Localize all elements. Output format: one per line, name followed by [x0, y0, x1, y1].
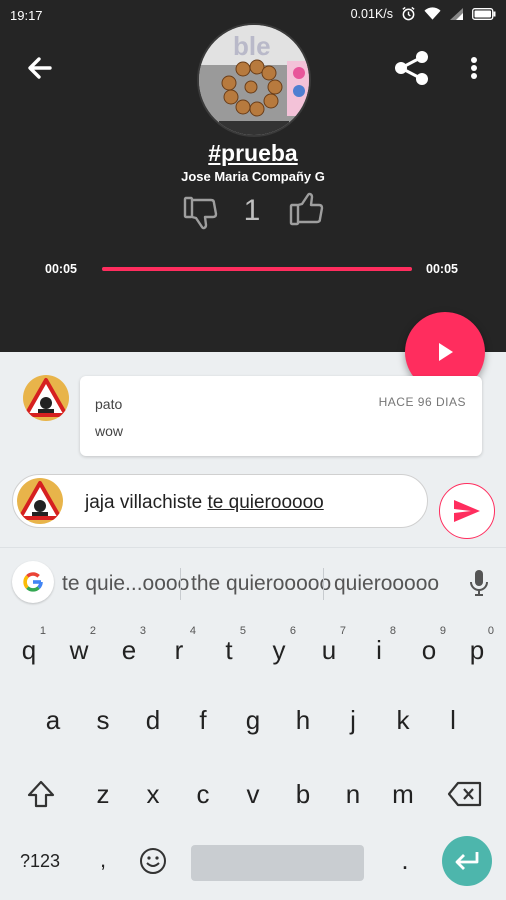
comment-card: pato HACE 96 DIAS wow — [80, 376, 482, 456]
comment-text: wow — [95, 423, 124, 439]
elapsed-time: 00:05 — [45, 262, 77, 276]
share-icon[interactable] — [392, 48, 432, 88]
key-g[interactable]: g — [228, 690, 278, 750]
key-a[interactable]: a — [28, 690, 78, 750]
key-x[interactable]: x — [128, 764, 178, 824]
period-key[interactable]: . — [380, 830, 430, 890]
track-title[interactable]: #prueba — [0, 140, 506, 167]
enter-icon — [455, 852, 479, 870]
comment-input[interactable]: jaja villachiste te quierooooo — [12, 474, 428, 528]
key-z[interactable]: z — [78, 764, 128, 824]
back-arrow-icon[interactable] — [22, 52, 58, 84]
send-icon — [454, 500, 480, 522]
key-q[interactable]: q1 — [4, 620, 54, 680]
suggestion-bar: te quie...oooo the quierooooo quierooooo — [0, 548, 506, 618]
dislike-icon[interactable] — [182, 194, 220, 232]
emoji-icon — [140, 848, 166, 874]
space-bar[interactable] — [191, 845, 364, 881]
alarm-icon — [401, 6, 416, 21]
key-p[interactable]: p0 — [452, 620, 502, 680]
seek-bar-fill — [102, 267, 412, 271]
key-k[interactable]: k — [378, 690, 428, 750]
input-text-composing: te quierooooo — [207, 492, 324, 513]
backspace-icon — [447, 781, 482, 807]
player-header: 19:17 0.01K/s ble #prueba Jose Maria Com… — [0, 0, 506, 352]
comment-username[interactable]: pato — [95, 396, 122, 412]
wifi-icon — [424, 6, 441, 21]
google-logo-icon[interactable] — [12, 561, 54, 603]
comma-key[interactable]: , — [78, 830, 128, 890]
seek-bar[interactable] — [102, 267, 412, 271]
key-s[interactable]: s — [78, 690, 128, 750]
shift-icon — [27, 780, 55, 808]
user-avatar — [17, 478, 63, 524]
key-w[interactable]: w2 — [54, 620, 104, 680]
key-e[interactable]: e3 — [104, 620, 154, 680]
microphone-icon[interactable] — [468, 568, 490, 598]
key-d[interactable]: d — [128, 690, 178, 750]
input-text-plain: jaja villachiste — [85, 492, 208, 513]
key-y[interactable]: y6 — [254, 620, 304, 680]
key-l[interactable]: l — [428, 690, 478, 750]
key-o[interactable]: o9 — [404, 620, 454, 680]
key-h[interactable]: h — [278, 690, 328, 750]
battery-icon — [472, 7, 496, 20]
key-i[interactable]: i8 — [354, 620, 404, 680]
symbols-key[interactable]: ?123 — [10, 836, 70, 886]
keyboard: te quie...oooo the quierooooo quierooooo… — [0, 547, 506, 900]
track-cover-image: ble — [197, 23, 311, 137]
key-u[interactable]: u7 — [304, 620, 354, 680]
like-icon[interactable] — [288, 190, 326, 228]
signal-icon — [449, 7, 464, 21]
key-r[interactable]: r4 — [154, 620, 204, 680]
suggestion-divider — [323, 568, 324, 600]
vote-count: 1 — [243, 194, 261, 227]
more-options-icon[interactable] — [462, 52, 486, 84]
svg-text:ble: ble — [233, 31, 271, 61]
suggestion-2[interactable]: the quierooooo — [191, 572, 331, 596]
backspace-key[interactable] — [440, 764, 490, 824]
shift-key[interactable] — [16, 764, 66, 824]
emoji-key[interactable] — [130, 836, 176, 886]
track-author: Jose Maria Compañy G — [181, 169, 325, 184]
suggestion-divider — [180, 568, 181, 600]
key-n[interactable]: n — [328, 764, 378, 824]
comment-date: HACE 96 DIAS — [378, 395, 466, 409]
suggestion-3[interactable]: quierooooo — [334, 572, 439, 596]
comment-input-text[interactable]: jaja villachiste te quierooooo — [85, 492, 324, 514]
send-button[interactable] — [439, 483, 495, 539]
network-speed: 0.01K/s — [350, 6, 393, 21]
suggestion-1[interactable]: te quie...oooo — [62, 572, 189, 596]
key-m[interactable]: m — [378, 764, 428, 824]
key-c[interactable]: c — [178, 764, 228, 824]
key-t[interactable]: t5 — [204, 620, 254, 680]
enter-key[interactable] — [442, 836, 492, 886]
commenter-avatar — [23, 375, 69, 421]
key-j[interactable]: j — [328, 690, 378, 750]
total-time: 00:05 — [426, 262, 458, 276]
status-time: 19:17 — [10, 8, 43, 23]
key-f[interactable]: f — [178, 690, 228, 750]
play-icon — [439, 343, 453, 361]
key-v[interactable]: v — [228, 764, 278, 824]
key-b[interactable]: b — [278, 764, 328, 824]
